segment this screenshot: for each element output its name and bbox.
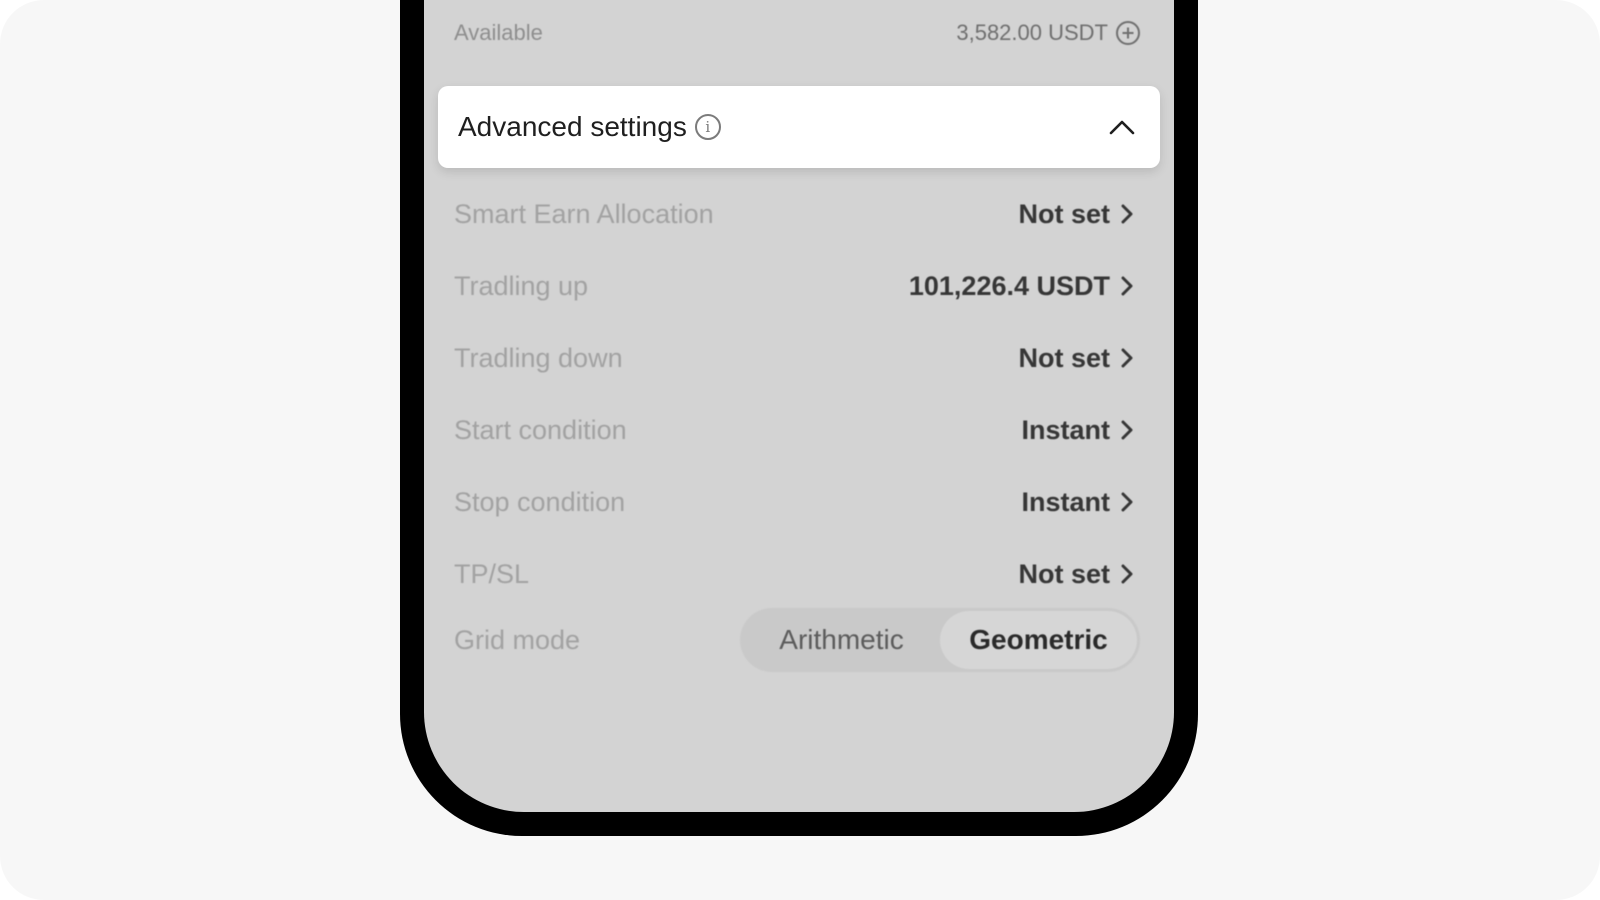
setting-label: TP/SL	[454, 558, 530, 589]
grid-mode-toggle: Arithmetic Geometric	[740, 608, 1140, 672]
chevron-up-icon[interactable]	[1104, 109, 1140, 145]
setting-value-group: Not set	[1018, 199, 1136, 230]
setting-row-trailing-up[interactable]: Tradling up 101,226.4 USDT	[454, 250, 1136, 322]
phone-frame: Available 3,582.00 USDT Advanced setting…	[400, 0, 1198, 836]
setting-value: Not set	[1018, 558, 1110, 589]
available-value-group: 3,582.00 USDT	[956, 20, 1140, 46]
setting-value: 101,226.4 USDT	[908, 270, 1110, 301]
setting-value-group: Instant	[1021, 415, 1136, 446]
chevron-right-icon	[1118, 346, 1136, 370]
available-value: 3,582.00 USDT	[956, 20, 1108, 45]
add-funds-icon[interactable]	[1116, 21, 1140, 45]
setting-value: Instant	[1021, 414, 1110, 445]
advanced-settings-list: Smart Earn Allocation Not set Tradling u…	[454, 178, 1136, 610]
page-background: Available 3,582.00 USDT Advanced setting…	[0, 0, 1600, 900]
chevron-right-icon	[1118, 274, 1136, 298]
setting-row-start-condition[interactable]: Start condition Instant	[454, 394, 1136, 466]
info-icon[interactable]: i	[694, 114, 721, 140]
setting-value: Instant	[1021, 486, 1110, 517]
setting-label: Stop condition	[454, 486, 626, 517]
setting-value-group: Instant	[1021, 487, 1136, 518]
setting-value-group: 101,226.4 USDT	[909, 271, 1136, 302]
setting-label: Tradling down	[454, 342, 623, 373]
grid-mode-option-arithmetic[interactable]: Arithmetic	[743, 611, 940, 669]
grid-mode-option-geometric[interactable]: Geometric	[940, 611, 1137, 669]
setting-row-smart-earn-allocation[interactable]: Smart Earn Allocation Not set	[454, 178, 1136, 250]
setting-value: Not set	[1018, 342, 1110, 373]
setting-row-tp-sl[interactable]: TP/SL Not set	[454, 538, 1136, 610]
setting-row-stop-condition[interactable]: Stop condition Instant	[454, 466, 1136, 538]
chevron-right-icon	[1118, 202, 1136, 226]
setting-row-trailing-down[interactable]: Tradling down Not set	[454, 322, 1136, 394]
grid-mode-row: Grid mode Arithmetic Geometric	[454, 608, 1140, 672]
setting-value-group: Not set	[1018, 559, 1136, 590]
chevron-right-icon	[1118, 418, 1136, 442]
setting-value-group: Not set	[1018, 343, 1136, 374]
chevron-right-icon	[1118, 562, 1136, 586]
advanced-settings-header[interactable]: Advanced settings i	[438, 86, 1160, 168]
available-label: Available	[454, 20, 543, 45]
setting-label: Smart Earn Allocation	[454, 198, 714, 229]
setting-label: Tradling up	[454, 270, 589, 301]
setting-value: Not set	[1018, 198, 1110, 229]
phone-screen: Available 3,582.00 USDT Advanced setting…	[424, 0, 1174, 812]
advanced-settings-title: Advanced settings	[458, 111, 687, 142]
setting-label: Start condition	[454, 414, 627, 445]
chevron-right-icon	[1118, 490, 1136, 514]
available-balance-row: Available 3,582.00 USDT	[454, 18, 1140, 48]
advanced-settings-title-group: Advanced settings i	[458, 111, 721, 143]
grid-mode-label: Grid mode	[454, 624, 581, 655]
